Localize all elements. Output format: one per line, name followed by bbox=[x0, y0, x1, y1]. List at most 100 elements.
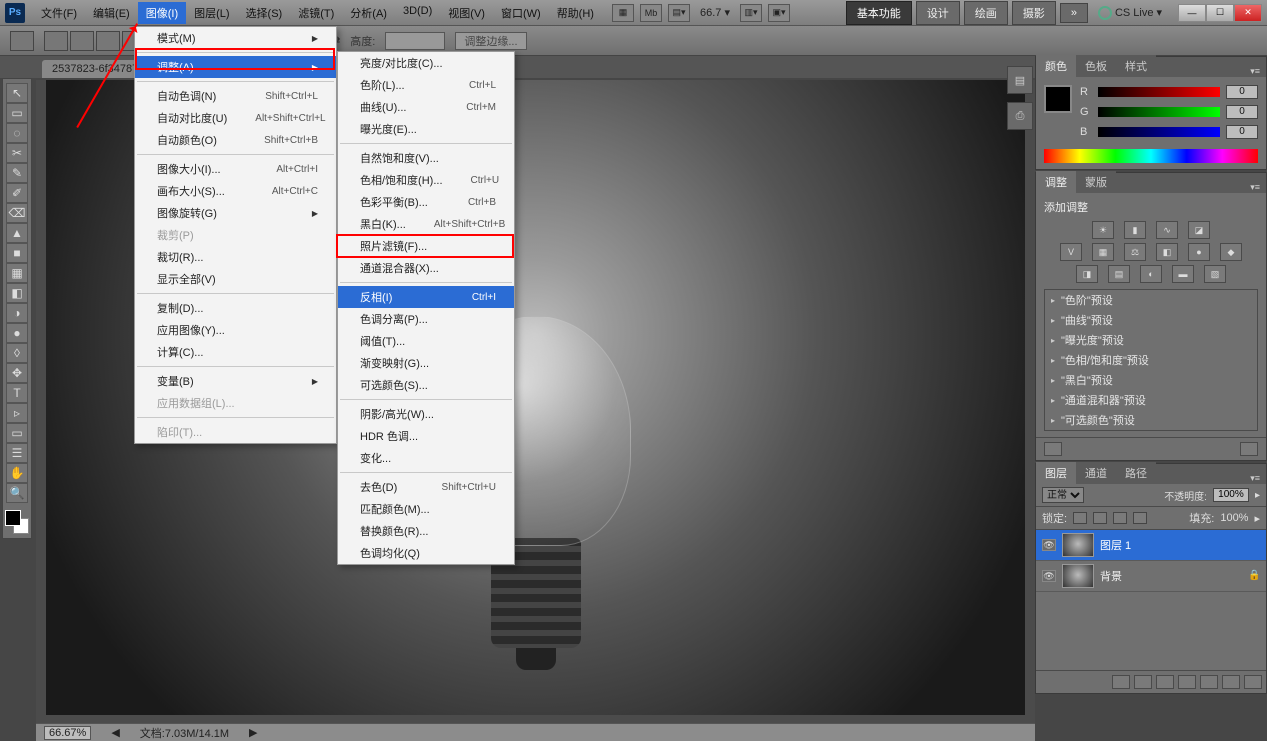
menu-item[interactable]: 裁切(R)... bbox=[135, 246, 336, 268]
menu-item[interactable]: 模式(M) bbox=[135, 27, 336, 49]
visibility-icon[interactable]: 👁 bbox=[1042, 570, 1056, 582]
threshold-icon[interactable]: ◐ bbox=[1140, 265, 1162, 283]
g-value[interactable]: 0 bbox=[1226, 105, 1258, 119]
clip-icon[interactable] bbox=[1240, 442, 1258, 456]
levels-icon[interactable]: ▮ bbox=[1124, 221, 1146, 239]
menu-滤镜(T)[interactable]: 滤镜(T) bbox=[290, 2, 342, 24]
menu-item[interactable]: 色调均化(Q) bbox=[338, 542, 514, 564]
maximize-button[interactable]: ☐ bbox=[1206, 4, 1234, 22]
collapsed-panel-icon[interactable]: ⎙ bbox=[1007, 102, 1033, 130]
menu-item[interactable]: 通道混合器(X)... bbox=[338, 257, 514, 279]
vibrance-icon[interactable]: V bbox=[1060, 243, 1082, 261]
balance-icon[interactable]: ⚖ bbox=[1124, 243, 1146, 261]
menu-帮助(H)[interactable]: 帮助(H) bbox=[549, 2, 602, 24]
tool-item[interactable]: ◧ bbox=[6, 283, 28, 303]
preset-item[interactable]: "通道混和器"预设 bbox=[1045, 390, 1257, 410]
photo-filter-icon[interactable]: ● bbox=[1188, 243, 1210, 261]
menu-item[interactable]: 图像旋转(G) bbox=[135, 202, 336, 224]
menu-item[interactable]: 应用图像(Y)... bbox=[135, 319, 336, 341]
lock-transparent-icon[interactable] bbox=[1073, 512, 1087, 524]
b-slider[interactable] bbox=[1098, 127, 1220, 137]
tool-item[interactable]: T bbox=[6, 383, 28, 403]
tool-item[interactable]: ☰ bbox=[6, 443, 28, 463]
delete-layer-icon[interactable] bbox=[1244, 675, 1262, 689]
menu-item[interactable]: 照片滤镜(F)... bbox=[338, 235, 514, 257]
tab-paths[interactable]: 路径 bbox=[1116, 462, 1156, 484]
workspace-painting[interactable]: 绘画 bbox=[964, 1, 1008, 25]
status-zoom[interactable]: 66.67% bbox=[44, 726, 91, 740]
tool-item[interactable]: ▭ bbox=[6, 103, 28, 123]
selective-color-icon[interactable]: ▧ bbox=[1204, 265, 1226, 283]
workspace-photography[interactable]: 摄影 bbox=[1012, 1, 1056, 25]
tool-item[interactable]: ▭ bbox=[6, 423, 28, 443]
workspace-more[interactable]: » bbox=[1060, 3, 1088, 23]
menu-选择(S)[interactable]: 选择(S) bbox=[238, 2, 291, 24]
menu-item[interactable]: 色阶(L)...Ctrl+L bbox=[338, 74, 514, 96]
tool-preset-icon[interactable] bbox=[10, 31, 34, 51]
fill-value[interactable]: 100% bbox=[1220, 512, 1248, 524]
menu-item[interactable]: 自动色调(N)Shift+Ctrl+L bbox=[135, 85, 336, 107]
tool-item[interactable]: ✋ bbox=[6, 463, 28, 483]
visibility-icon[interactable]: 👁 bbox=[1042, 539, 1056, 551]
lock-position-icon[interactable] bbox=[1113, 512, 1127, 524]
collapsed-panel-icon[interactable]: ▤ bbox=[1007, 66, 1033, 94]
tool-item[interactable]: ● bbox=[6, 323, 28, 343]
menu-item[interactable]: 自然饱和度(V)... bbox=[338, 147, 514, 169]
menu-图层(L)[interactable]: 图层(L) bbox=[186, 2, 237, 24]
menu-item[interactable]: 去色(D)Shift+Ctrl+U bbox=[338, 476, 514, 498]
tool-item[interactable]: ⌫ bbox=[6, 203, 28, 223]
menu-item[interactable]: 曝光度(E)... bbox=[338, 118, 514, 140]
menu-item[interactable]: 阴影/高光(W)... bbox=[338, 403, 514, 425]
refine-edge-button[interactable]: 调整边缘... bbox=[455, 32, 526, 50]
exposure-icon[interactable]: ◪ bbox=[1188, 221, 1210, 239]
tab-styles[interactable]: 样式 bbox=[1116, 55, 1156, 77]
bw-icon[interactable]: ◧ bbox=[1156, 243, 1178, 261]
tool-item[interactable]: ✎ bbox=[6, 163, 28, 183]
new-layer-icon[interactable] bbox=[1222, 675, 1240, 689]
minimize-button[interactable]: — bbox=[1178, 4, 1206, 22]
foreground-color-chip[interactable] bbox=[1044, 85, 1072, 113]
menu-item[interactable]: 阈值(T)... bbox=[338, 330, 514, 352]
link-layers-icon[interactable] bbox=[1112, 675, 1130, 689]
tool-item[interactable]: ▲ bbox=[6, 223, 28, 243]
workspace-essentials[interactable]: 基本功能 bbox=[846, 1, 912, 25]
menu-item[interactable]: 复制(D)... bbox=[135, 297, 336, 319]
menu-item[interactable]: 图像大小(I)...Alt+Ctrl+I bbox=[135, 158, 336, 180]
launch-bridge-icon[interactable]: ▦ bbox=[612, 4, 634, 22]
curves-icon[interactable]: ∿ bbox=[1156, 221, 1178, 239]
tool-item[interactable]: ▦ bbox=[6, 263, 28, 283]
menu-item[interactable]: 匹配颜色(M)... bbox=[338, 498, 514, 520]
tool-item[interactable]: ✂ bbox=[6, 143, 28, 163]
menu-item[interactable]: 色彩平衡(B)...Ctrl+B bbox=[338, 191, 514, 213]
r-slider[interactable] bbox=[1098, 87, 1220, 97]
preset-item[interactable]: "曝光度"预设 bbox=[1045, 330, 1257, 350]
layer-row[interactable]: 👁图层 1 bbox=[1036, 530, 1266, 561]
tab-masks[interactable]: 蒙版 bbox=[1076, 171, 1116, 193]
workspace-design[interactable]: 设计 bbox=[916, 1, 960, 25]
preset-item[interactable]: "色阶"预设 bbox=[1045, 290, 1257, 310]
menu-视图(V)[interactable]: 视图(V) bbox=[440, 2, 493, 24]
menu-item[interactable]: 可选颜色(S)... bbox=[338, 374, 514, 396]
menu-item[interactable]: 画布大小(S)...Alt+Ctrl+C bbox=[135, 180, 336, 202]
lock-pixels-icon[interactable] bbox=[1093, 512, 1107, 524]
menu-item[interactable]: 显示全部(V) bbox=[135, 268, 336, 290]
tab-swatches[interactable]: 色板 bbox=[1076, 55, 1116, 77]
tool-item[interactable]: ✐ bbox=[6, 183, 28, 203]
menu-item[interactable]: 变量(B) bbox=[135, 370, 336, 392]
preset-item[interactable]: "黑白"预设 bbox=[1045, 370, 1257, 390]
b-value[interactable]: 0 bbox=[1226, 125, 1258, 139]
preset-item[interactable]: "曲线"预设 bbox=[1045, 310, 1257, 330]
menu-item[interactable]: 色相/饱和度(H)...Ctrl+U bbox=[338, 169, 514, 191]
menu-图像(I)[interactable]: 图像(I) bbox=[138, 2, 186, 24]
menu-item[interactable]: 调整(A) bbox=[135, 56, 336, 78]
menu-item[interactable]: HDR 色调... bbox=[338, 425, 514, 447]
menu-item[interactable]: 黑白(K)...Alt+Shift+Ctrl+B bbox=[338, 213, 514, 235]
selection-new-icon[interactable] bbox=[44, 31, 68, 51]
lock-all-icon[interactable] bbox=[1133, 512, 1147, 524]
selection-add-icon[interactable] bbox=[70, 31, 94, 51]
arrange-docs-icon[interactable]: ▥▾ bbox=[740, 4, 762, 22]
menu-item[interactable]: 曲线(U)...Ctrl+M bbox=[338, 96, 514, 118]
invert-icon[interactable]: ◨ bbox=[1076, 265, 1098, 283]
layer-thumbnail[interactable] bbox=[1062, 533, 1094, 557]
layer-style-icon[interactable] bbox=[1134, 675, 1152, 689]
